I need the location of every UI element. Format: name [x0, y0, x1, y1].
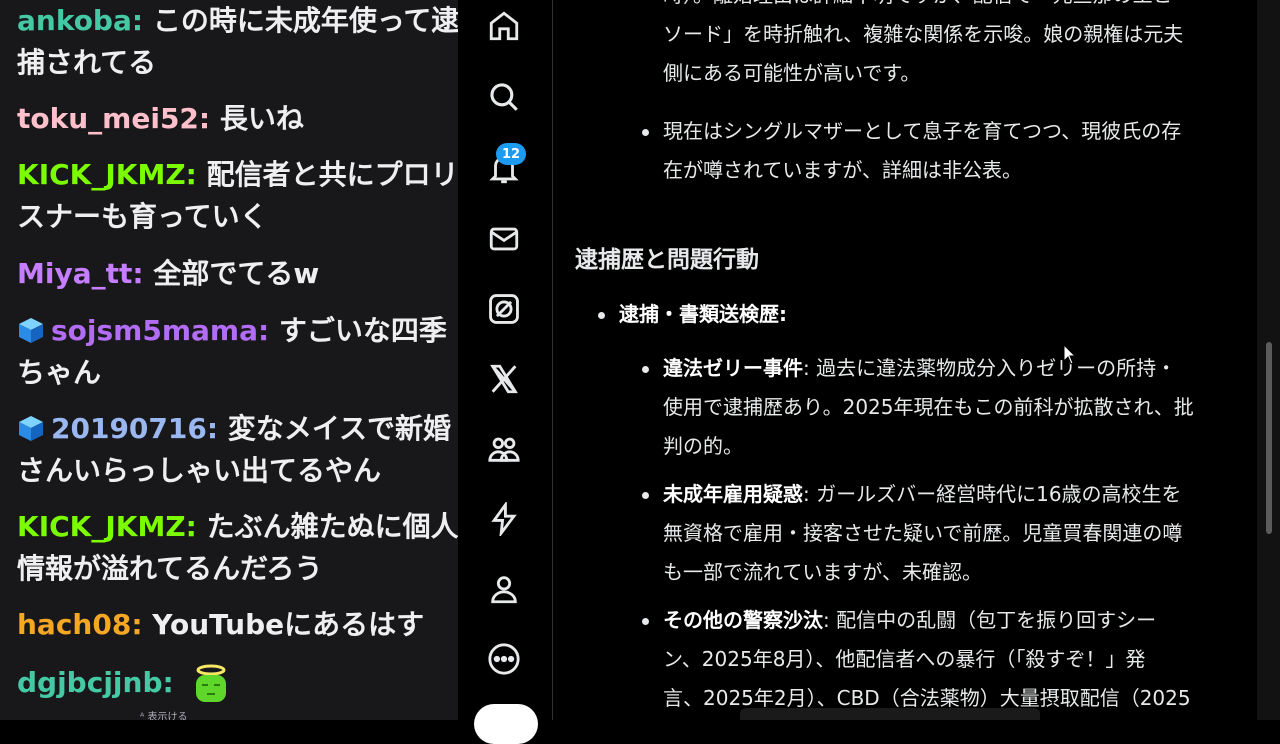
text-line: : ガールズバー経営時代に16歳の高校生を — [803, 482, 1182, 506]
list-item: その他の警察沙汰: 配信中の乱闘（包丁を振り回すシー ン、2025年8月）、他配… — [663, 601, 1253, 718]
chat-text: YouTubeにあるはす — [152, 608, 425, 641]
text-line: 時）。離婚理由は詳細不明ですが、配信で「元旦那の工ピ — [663, 0, 1253, 15]
text-line: 在が噂されていますが、詳細は非公表。 — [663, 158, 1022, 182]
chat-message: 20190716: 変なメイスで新婚さんいらっしゃい出てるやん — [17, 412, 451, 487]
mail-icon[interactable] — [484, 219, 524, 259]
chat-message: ankoba: この時に未成年使って逮捕されてる — [17, 4, 460, 79]
bullet-dot — [598, 312, 605, 319]
list-item: 未成年雇用疑惑: ガールズバー経営時代に16歳の高校生を 無資格で雇用・接客させ… — [663, 475, 1253, 592]
text-line: 使用で逮捕歴あり。2025年現在もこの前科が拡散され、批 — [663, 395, 1194, 419]
lightning-icon[interactable] — [484, 499, 524, 539]
text-line: : 過去に違法薬物成分入りゼリーの所持・ — [803, 356, 1177, 380]
bullet-dot — [642, 129, 649, 136]
communities-icon[interactable] — [484, 429, 524, 469]
chat-username[interactable]: KICK_JKMZ — [17, 510, 186, 543]
scrollbar[interactable] — [1257, 0, 1280, 720]
text-line: 側にある可能性が高いです。 — [663, 61, 921, 85]
chat-username[interactable]: ankoba — [17, 4, 132, 37]
bullet-dot — [642, 492, 649, 499]
more-icon[interactable] — [484, 639, 524, 679]
text-line: ソード」を時折触れ、複雑な関係を示唆。娘の親権は元夫 — [663, 22, 1184, 46]
text-line: も一部で流れていますが、未確認。 — [663, 560, 982, 584]
chat-username[interactable]: 20190716 — [51, 412, 207, 445]
chat-username[interactable]: KICK_JKMZ — [17, 158, 186, 191]
grok-icon[interactable] — [484, 289, 524, 329]
item-label: その他の警察沙汰 — [663, 608, 823, 632]
chat-text: 全部でてるw — [153, 257, 320, 290]
chat-message: sojsm5mama: すごいな四季ちゃん — [17, 314, 447, 389]
profile-icon[interactable] — [484, 569, 524, 609]
chat-message: KICK_JKMZ: たぶん雑たぬに個人情報が溢れてるんだろう — [17, 510, 459, 585]
mouse-cursor-icon — [1063, 344, 1077, 365]
sub-heading: 逮捕・書類送検歴: — [619, 302, 787, 326]
chat-text: 長いね — [219, 102, 304, 135]
text-line: 現在はシングルマザーとして息子を育てつつ、現彼氏の存 — [663, 119, 1182, 143]
section-heading: 逮捕歴と問題行動 — [575, 247, 759, 273]
text-line: : 配信中の乱闘（包丁を振り回すシー — [823, 608, 1157, 632]
bullet-dot — [642, 618, 649, 625]
chat-message: hach08: YouTubeにあるはす — [17, 608, 425, 641]
bottom-toolbar — [740, 708, 1040, 720]
chat-username[interactable]: dgjbcjjnb — [17, 666, 163, 699]
chat-username[interactable]: hach08 — [17, 608, 131, 641]
chat-username[interactable]: Miya_tt — [17, 257, 132, 290]
bullet-dot — [642, 366, 649, 373]
item-label: 違法ゼリー事件 — [663, 356, 803, 380]
list-item: 違法ゼリー事件: 過去に違法薬物成分入りゼリーの所持・ 使用で逮捕歴あり。202… — [663, 349, 1253, 466]
cube-badge-icon — [19, 318, 43, 343]
item-label: 未成年雇用疑惑 — [663, 482, 803, 506]
scrollbar-thumb[interactable] — [1266, 342, 1272, 534]
list-item: 現在はシングルマザーとして息子を育てつつ、現彼氏の存 在が噂されていますが、詳細… — [663, 112, 1253, 190]
list-item: 逮捕・書類送検歴: — [619, 295, 787, 334]
article-content: 時）。離婚理由は詳細不明ですが、配信で「元旦那の工ピ ソード」を時折触れ、複雑な… — [553, 0, 1257, 720]
chat-message: KICK_JKMZ: 配信者と共にプロリスナーも育っていく — [17, 158, 459, 233]
green-halo-emote — [196, 664, 227, 702]
chat-username[interactable]: toku_mei52 — [17, 102, 199, 135]
paragraph: 時）。離婚理由は詳細不明ですが、配信で「元旦那の工ピ ソード」を時折触れ、複雑な… — [663, 0, 1253, 93]
chat-message: dgjbcjjnb: — [17, 662, 470, 704]
chat-message: Miya_tt: 全部でてるw — [17, 257, 320, 290]
text-line: 無資格で雇用・接客させた疑いで前歴。児童買春関連の噂 — [663, 521, 1183, 545]
chat-footer-text: ᴬ 表示ける — [140, 712, 188, 720]
chat-username[interactable]: sojsm5mama — [51, 314, 258, 347]
search-icon[interactable] — [484, 77, 524, 117]
cube-badge-icon — [19, 416, 43, 441]
text-line: ン、2025年8月）、他配信者への暴行（「殺すぞ！」発 — [663, 647, 1146, 671]
chat-message: toku_mei52: 長いね — [17, 102, 304, 135]
chat-panel: ankoba: この時に未成年使って逮捕されてる toku_mei52: 長いね… — [0, 0, 470, 720]
compose-button[interactable] — [474, 704, 538, 744]
x-icon[interactable] — [484, 359, 524, 399]
home-icon[interactable] — [484, 6, 524, 46]
notification-badge: 12 — [496, 143, 526, 165]
nav-rail: 12 — [458, 0, 553, 744]
text-line: 判の的。 — [663, 434, 743, 458]
